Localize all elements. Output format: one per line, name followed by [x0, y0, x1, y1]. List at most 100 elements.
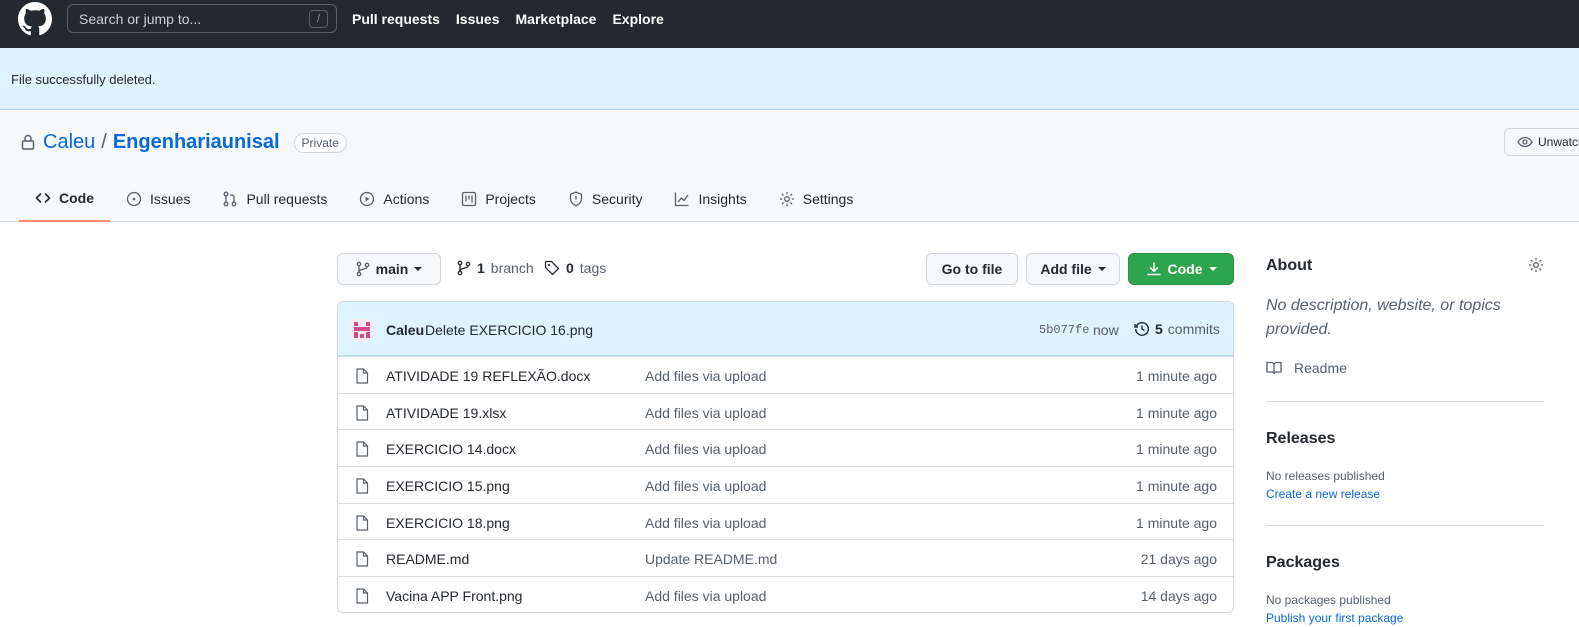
- commit-count: 5: [1155, 321, 1163, 337]
- file-name[interactable]: EXERCICIO 14.docx: [386, 441, 516, 457]
- tags-link[interactable]: 0 tags: [544, 260, 606, 276]
- add-file-label: Add file: [1040, 261, 1092, 277]
- search-placeholder: Search or jump to...: [79, 11, 202, 27]
- file-row[interactable]: README.md Update README.md 21 days ago: [338, 539, 1233, 576]
- file-row[interactable]: Vacina APP Front.png Add files via uploa…: [338, 576, 1233, 612]
- divider: [1266, 401, 1544, 402]
- about-heading: About: [1266, 257, 1313, 274]
- commit-sha[interactable]: 5b077fe: [1039, 323, 1089, 337]
- file-commit-message[interactable]: Add files via upload: [645, 405, 766, 421]
- commit-message[interactable]: Delete EXERCICIO 16.png: [425, 322, 593, 338]
- file-name[interactable]: ATIVIDADE 19.xlsx: [386, 405, 506, 421]
- nav-issues[interactable]: Issues: [456, 11, 500, 27]
- github-logo-icon[interactable]: [18, 2, 52, 36]
- search-input[interactable]: Search or jump to... /: [67, 4, 337, 33]
- project-icon: [462, 191, 477, 207]
- branch-name: main: [375, 261, 409, 277]
- file-name[interactable]: Vacina APP Front.png: [386, 588, 522, 604]
- file-commit-message[interactable]: Add files via upload: [645, 515, 766, 531]
- repo-name-link[interactable]: Engenhariaunisal: [113, 131, 280, 154]
- file-name[interactable]: ATIVIDADE 19 REFLEXÃO.docx: [386, 368, 590, 384]
- file-commit-message[interactable]: Add files via upload: [645, 478, 766, 494]
- play-icon: [360, 191, 375, 207]
- file-row[interactable]: EXERCICIO 14.docx Add files via upload 1…: [338, 429, 1233, 466]
- repo-title-separator: /: [101, 131, 107, 153]
- file-name[interactable]: EXERCICIO 18.png: [386, 515, 510, 531]
- tab-label: Actions: [383, 191, 430, 207]
- chevron-down-icon: [414, 267, 423, 271]
- latest-commit-bar: Caleu Delete EXERCICIO 16.png 5b077fe no…: [338, 302, 1233, 356]
- tab-settings[interactable]: Settings: [763, 176, 870, 222]
- tag-count: 0: [566, 260, 574, 276]
- branches-link[interactable]: 1 branch: [457, 260, 534, 276]
- shield-icon: [569, 191, 583, 207]
- file-icon: [356, 478, 369, 494]
- publish-package-link[interactable]: Publish your first package: [1266, 611, 1403, 625]
- tab-security[interactable]: Security: [552, 176, 659, 222]
- packages-heading[interactable]: Packages: [1266, 554, 1340, 572]
- commit-author[interactable]: Caleu: [386, 322, 424, 338]
- commits-link[interactable]: 5 commits: [1134, 321, 1220, 337]
- go-to-file-button[interactable]: Go to file: [926, 253, 1018, 285]
- file-icon: [356, 368, 369, 384]
- create-release-link[interactable]: Create a new release: [1266, 487, 1380, 501]
- file-age: 1 minute ago: [1136, 478, 1217, 495]
- flash-message: File successfully deleted.: [11, 72, 156, 87]
- code-button-label: Code: [1167, 261, 1203, 277]
- tab-projects[interactable]: Projects: [445, 176, 552, 222]
- add-file-button[interactable]: Add file: [1026, 253, 1120, 285]
- repo-owner-link[interactable]: Caleu: [43, 131, 95, 154]
- file-row[interactable]: ATIVIDADE 19 REFLEXÃO.docx Add files via…: [338, 356, 1233, 393]
- gear-icon: [779, 192, 794, 206]
- book-icon: [1266, 361, 1282, 375]
- divider: [1266, 525, 1544, 526]
- chevron-down-icon: [1097, 267, 1106, 271]
- file-icon: [356, 405, 369, 421]
- readme-link[interactable]: Readme: [1266, 360, 1347, 376]
- file-name[interactable]: README.md: [386, 551, 469, 567]
- tab-label: Code: [59, 190, 94, 206]
- nav-pull-requests[interactable]: Pull requests: [352, 11, 440, 27]
- chevron-down-icon: [1208, 267, 1217, 271]
- pull-request-icon: [224, 191, 237, 207]
- tag-count-label: tags: [579, 260, 607, 276]
- tab-issues[interactable]: Issues: [110, 176, 206, 222]
- nav-explore[interactable]: Explore: [612, 11, 663, 27]
- file-row[interactable]: EXERCICIO 18.png Add files via upload 1 …: [338, 502, 1233, 540]
- file-age: 1 minute ago: [1136, 441, 1217, 458]
- file-icon: [356, 551, 369, 568]
- code-button[interactable]: Code: [1128, 253, 1234, 285]
- tab-label: Insights: [698, 191, 747, 207]
- unwatch-button[interactable]: Unwatch: [1504, 128, 1579, 156]
- tab-actions[interactable]: Actions: [343, 176, 445, 222]
- file-row[interactable]: EXERCICIO 15.png Add files via upload 1 …: [338, 466, 1233, 503]
- eye-icon: [1517, 136, 1533, 148]
- file-name[interactable]: EXERCICIO 15.png: [386, 478, 510, 494]
- commit-count-label: commits: [1167, 321, 1220, 337]
- file-browser: Caleu Delete EXERCICIO 16.png 5b077fe no…: [337, 301, 1234, 613]
- branch-icon: [457, 260, 471, 276]
- file-commit-message[interactable]: Update README.md: [645, 551, 777, 567]
- branch-select-button[interactable]: main: [337, 253, 441, 285]
- branch-count-label: branch: [490, 260, 534, 276]
- gear-icon[interactable]: [1528, 257, 1544, 273]
- visibility-badge: Private: [293, 132, 347, 153]
- file-icon: [356, 441, 369, 457]
- history-icon: [1134, 322, 1149, 336]
- releases-heading[interactable]: Releases: [1266, 430, 1335, 448]
- tab-insights[interactable]: Insights: [658, 176, 762, 222]
- avatar[interactable]: [351, 319, 373, 341]
- tab-pull-requests[interactable]: Pull requests: [206, 176, 343, 222]
- file-age: 21 days ago: [1140, 551, 1217, 568]
- file-commit-message[interactable]: Add files via upload: [645, 368, 766, 384]
- file-row[interactable]: ATIVIDADE 19.xlsx Add files via upload 1…: [338, 392, 1233, 430]
- issue-icon: [126, 191, 142, 207]
- file-commit-message[interactable]: Add files via upload: [645, 588, 766, 604]
- tab-code[interactable]: Code: [19, 176, 110, 222]
- branch-count: 1: [477, 260, 485, 276]
- repo-tabs: Code Issues Pull requests Actions Projec…: [19, 176, 869, 222]
- repo-header: Caleu / Engenhariaunisal Private Unwatch…: [0, 110, 1579, 222]
- file-commit-message[interactable]: Add files via upload: [645, 441, 766, 457]
- repo-title: Caleu / Engenhariaunisal Private: [43, 131, 347, 154]
- nav-marketplace[interactable]: Marketplace: [516, 11, 597, 27]
